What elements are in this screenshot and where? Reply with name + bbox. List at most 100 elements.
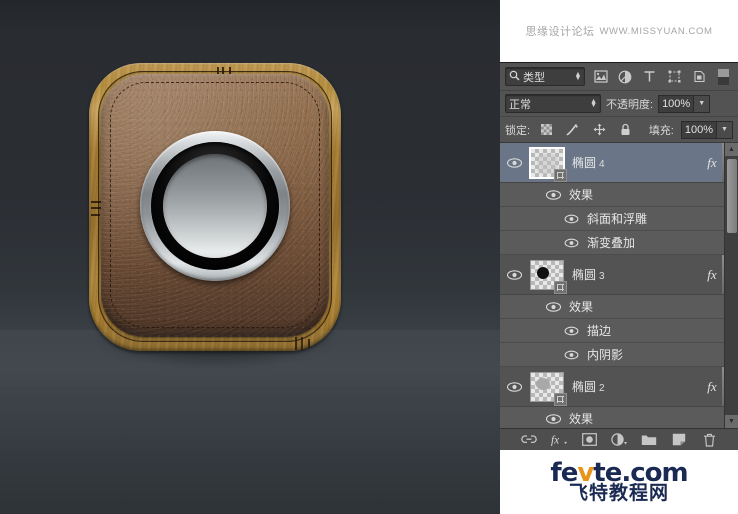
delete-layer-icon[interactable] [701, 432, 717, 448]
lock-transparency-icon[interactable] [537, 120, 556, 140]
filter-type-label: 类型 [523, 71, 545, 84]
effects-group-row[interactable]: 效果 [500, 183, 738, 207]
vector-mask-badge [554, 392, 567, 406]
shape-layer-filter-icon[interactable] [665, 67, 684, 87]
layer-thumbnail[interactable] [528, 258, 567, 294]
layer-row[interactable]: 椭圆 4 fx [500, 143, 738, 183]
smart-object-filter-icon[interactable] [690, 67, 709, 87]
layer-visibility-toggle[interactable] [500, 157, 528, 168]
notch-mark [295, 337, 297, 350]
eye-icon [564, 326, 579, 335]
eye-icon [564, 350, 579, 359]
effect-label: 斜面和浮雕 [587, 212, 648, 226]
layer-mask-icon[interactable] [581, 432, 597, 448]
layer-list[interactable]: 椭圆 4 fx 效果 斜面和浮雕 渐变叠加 椭圆 3 fx 效果 描边 内阴影 … [500, 143, 738, 428]
effect-label: 渐变叠加 [587, 236, 636, 250]
scrollbar-thumb[interactable] [727, 159, 737, 233]
layer-thumbnail[interactable] [528, 370, 567, 406]
pixel-layer-filter-icon[interactable] [591, 67, 610, 87]
opacity-dropdown-icon[interactable]: ▼ [694, 94, 711, 113]
lock-all-icon[interactable] [616, 120, 635, 140]
link-layers-icon[interactable] [521, 432, 537, 448]
fill-label: 填充: [648, 124, 674, 137]
effects-group-label: 效果 [569, 188, 594, 202]
effects-group-row[interactable]: 效果 [500, 407, 738, 428]
app-icon-artwork [89, 63, 341, 378]
svg-text:fx: fx [551, 435, 559, 446]
watermark-site-url: WWW.MISSYUAN.COM [599, 25, 713, 37]
fill-dropdown-icon[interactable]: ▼ [717, 120, 734, 139]
scroll-up-button[interactable]: ▲ [725, 143, 738, 156]
filter-toggle-icon[interactable] [714, 67, 733, 87]
lock-image-icon[interactable] [563, 120, 582, 140]
document-canvas[interactable] [0, 0, 500, 514]
type-layer-filter-icon[interactable] [641, 67, 660, 87]
layer-visibility-toggle[interactable] [500, 381, 528, 392]
vector-mask-badge [554, 168, 567, 182]
blend-mode-select[interactable]: 正常 ▲ ▼ [505, 94, 601, 113]
blend-mode-row[interactable]: 正常 ▲ ▼ 不透明度: 100% ▼ [500, 91, 738, 117]
notch-mark [301, 337, 303, 350]
layers-panel[interactable]: 类型 ▲ ▼ 正常 ▲ ▼ 不透明度: 100% ▼ 锁定: 填充: 100% … [500, 62, 738, 450]
layer-name: 椭圆 2 [572, 380, 605, 394]
logo-chinese-text: 飞特教程网 [568, 483, 669, 504]
layer-style-fx-icon[interactable]: fx [702, 267, 722, 283]
effect-label: 内阴影 [587, 348, 624, 362]
effects-group-label: 效果 [569, 412, 594, 426]
metal-dial [140, 131, 290, 281]
layer-row[interactable]: 椭圆 3 fx [500, 255, 738, 295]
layer-filter-row[interactable]: 类型 ▲ ▼ [500, 63, 738, 91]
notch-mark [308, 339, 310, 348]
layer-visibility-toggle[interactable] [500, 269, 528, 280]
lock-label: 锁定: [505, 124, 531, 137]
fevte-logo: fevte.com 飞特教程网 [500, 450, 738, 514]
adjustment-layer-icon[interactable] [611, 432, 627, 448]
effect-row[interactable]: 描边 [500, 319, 738, 343]
forum-watermark: 思缘设计论坛 WWW.MISSYUAN.COM [500, 0, 738, 62]
search-icon [509, 70, 520, 84]
layer-filter-type-select[interactable]: 类型 ▲ ▼ [505, 67, 586, 86]
wood-frame [89, 63, 341, 351]
chevron-updown-icon: ▲ ▼ [574, 70, 582, 82]
vector-mask-badge [554, 280, 567, 294]
eye-icon [564, 238, 579, 247]
effects-group-row[interactable]: 效果 [500, 295, 738, 319]
dial-face-gradient [163, 154, 267, 258]
effect-row[interactable]: 内阴影 [500, 343, 738, 367]
eye-icon [546, 189, 561, 200]
eye-icon [506, 269, 522, 280]
effect-label: 描边 [587, 324, 612, 338]
effect-row[interactable]: 渐变叠加 [500, 231, 738, 255]
lock-row[interactable]: 锁定: 填充: 100% ▼ [500, 117, 738, 143]
chevron-updown-icon: ▲ ▼ [590, 97, 597, 109]
opacity-field-group[interactable]: 100% ▼ [658, 94, 711, 113]
notch-mark [91, 214, 100, 216]
opacity-value[interactable]: 100% [658, 94, 695, 113]
eye-icon [506, 381, 522, 392]
eye-icon [546, 301, 561, 312]
layer-style-fx-icon[interactable]: fx [702, 379, 722, 395]
fill-field-group[interactable]: 100% ▼ [680, 120, 734, 139]
effects-group-label: 效果 [569, 300, 594, 314]
adjustment-layer-filter-icon[interactable] [616, 67, 635, 87]
opacity-label: 不透明度: [606, 98, 654, 111]
new-group-icon[interactable] [641, 432, 657, 448]
layer-name: 椭圆 3 [572, 268, 605, 282]
layer-style-fx-icon[interactable]: fx [702, 155, 722, 171]
effect-row[interactable]: 斜面和浮雕 [500, 207, 738, 231]
layer-thumbnail[interactable] [528, 146, 567, 182]
layer-list-scrollbar[interactable]: ▲ ▼ [724, 143, 738, 428]
lock-position-icon[interactable] [589, 120, 608, 140]
fill-value[interactable]: 100% [680, 120, 718, 139]
scroll-down-button[interactable]: ▼ [725, 415, 738, 428]
layers-panel-toolbar[interactable]: fx [500, 428, 738, 450]
eye-icon [546, 413, 561, 424]
eye-icon [506, 157, 522, 168]
new-layer-icon[interactable] [671, 432, 687, 448]
layer-style-fx-icon[interactable]: fx [551, 432, 567, 448]
watermark-cn-text: 思缘设计论坛 [525, 26, 595, 38]
blend-mode-label: 正常 [509, 98, 531, 111]
layer-name: 椭圆 4 [572, 156, 605, 170]
layer-row[interactable]: 椭圆 2 fx [500, 367, 738, 407]
eye-icon [564, 214, 579, 223]
